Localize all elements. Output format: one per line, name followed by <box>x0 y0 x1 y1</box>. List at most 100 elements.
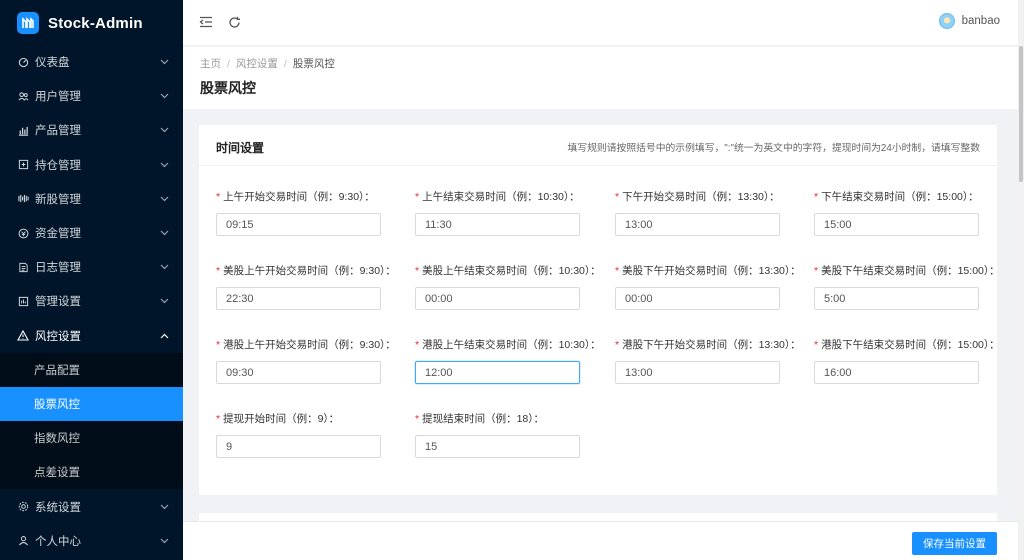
holdings-icon <box>17 159 29 171</box>
sidebar-item-label: 个人中心 <box>35 533 159 549</box>
sidebar-item-label: 新股管理 <box>35 191 159 207</box>
chevron-down-icon <box>159 57 169 67</box>
sidebar-subitem-spread-settings[interactable]: 点差设置 <box>0 455 183 489</box>
scrollbar[interactable] <box>1018 0 1024 560</box>
log-icon <box>17 261 29 273</box>
refresh-icon[interactable] <box>226 14 242 30</box>
required-mark: * <box>216 265 220 277</box>
sidebar-item-ipo[interactable]: 新股管理 <box>0 182 183 216</box>
scrollbar-thumb[interactable] <box>1019 46 1023 182</box>
sidebar-item-personal-center[interactable]: 个人中心 <box>0 524 183 558</box>
field-label: 下午开始交易时间（例：13:30）： <box>622 191 780 203</box>
required-mark: * <box>814 339 818 351</box>
field-us-pm-end: *美股下午结束交易时间（例：15:00）： <box>814 264 1004 310</box>
required-mark: * <box>814 191 818 203</box>
required-mark: * <box>814 265 818 277</box>
hk-am-start-input[interactable] <box>216 361 381 384</box>
us-am-end-input[interactable] <box>415 287 580 310</box>
sidebar-item-products[interactable]: 产品管理 <box>0 113 183 147</box>
hk-pm-start-input[interactable] <box>615 361 780 384</box>
footer-bar: 保存当前设置 <box>183 521 1018 560</box>
hk-pm-end-input[interactable] <box>814 361 979 384</box>
sidebar-item-users[interactable]: 用户管理 <box>0 79 183 113</box>
breadcrumb-risk-settings[interactable]: 风控设置 <box>236 56 278 71</box>
field-pm-start: *下午开始交易时间（例：13:30）： <box>615 190 805 236</box>
sidebar-item-label: 日志管理 <box>35 259 159 275</box>
sidebar-item-funds[interactable]: 资金管理 <box>0 216 183 250</box>
sidebar-item-risk-settings[interactable]: 风控设置 <box>0 319 183 353</box>
us-am-start-input[interactable] <box>216 287 381 310</box>
withdraw-end-input[interactable] <box>415 435 580 458</box>
sidebar-item-label: 管理设置 <box>35 293 159 309</box>
card-title: 时间设置 <box>216 139 264 156</box>
field-pm-end: *下午结束交易时间（例：15:00）： <box>814 190 1004 236</box>
am-end-input[interactable] <box>415 213 580 236</box>
required-mark: * <box>415 413 419 425</box>
page-header: 主页 / 风控设置 / 股票风控 股票风控 <box>183 47 1018 109</box>
logo[interactable]: Stock-Admin <box>0 0 183 46</box>
field-label: 港股上午结束交易时间（例：10:30）： <box>422 339 601 351</box>
money-icon <box>17 227 29 239</box>
field-label: 下午结束交易时间（例：15:00）： <box>821 191 979 203</box>
sidebar-subitem-product-config[interactable]: 产品配置 <box>0 353 183 387</box>
us-pm-end-input[interactable] <box>814 287 979 310</box>
required-mark: * <box>615 191 619 203</box>
field-withdraw-end: *提现结束时间（例：18）： <box>415 412 605 458</box>
required-mark: * <box>216 191 220 203</box>
chevron-down-icon <box>159 160 169 170</box>
pm-start-input[interactable] <box>615 213 780 236</box>
field-label: 美股上午开始交易时间（例：9:30）： <box>223 265 396 277</box>
field-us-pm-start: *美股下午开始交易时间（例：13:30）： <box>615 264 805 310</box>
person-icon <box>17 535 29 547</box>
sidebar-item-label: 用户管理 <box>35 88 159 104</box>
sidebar-item-dashboard[interactable]: 仪表盘 <box>0 45 183 79</box>
chart-icon <box>17 124 29 136</box>
sidebar-menu: 仪表盘 用户管理 产品管理 持仓管理 新股管理 资金管理 <box>0 45 183 558</box>
field-label: 港股下午开始交易时间（例：13:30）： <box>622 339 801 351</box>
field-label: 美股下午结束交易时间（例：15:00）： <box>821 265 1000 277</box>
field-label: 提现结束时间（例：18）： <box>422 413 544 425</box>
breadcrumb-home[interactable]: 主页 <box>200 56 221 71</box>
menu-fold-icon[interactable] <box>198 14 214 30</box>
users-icon <box>17 90 29 102</box>
username: banbao <box>962 15 1000 27</box>
withdraw-start-input[interactable] <box>216 435 381 458</box>
sidebar: Stock-Admin 仪表盘 用户管理 产品管理 持仓管理 新股管理 <box>0 0 183 560</box>
field-us-am-end: *美股上午结束交易时间（例：10:30）： <box>415 264 605 310</box>
sidebar-subitem-stock-risk[interactable]: 股票风控 <box>0 387 183 421</box>
chevron-up-icon <box>159 331 169 341</box>
sidebar-item-label: 产品管理 <box>35 122 159 138</box>
user-menu[interactable]: banbao <box>939 13 1000 29</box>
field-label: 上午开始交易时间（例：9:30）： <box>223 191 375 203</box>
field-label: 提现开始时间（例：9）： <box>223 413 339 425</box>
sidebar-item-holdings[interactable]: 持仓管理 <box>0 148 183 182</box>
required-mark: * <box>415 191 419 203</box>
risk-submenu: 产品配置 股票风控 指数风控 点差设置 <box>0 353 183 490</box>
field-us-am-start: *美股上午开始交易时间（例：9:30）： <box>216 264 406 310</box>
save-settings-button[interactable]: 保存当前设置 <box>912 532 997 555</box>
sidebar-item-system-settings[interactable]: 系统设置 <box>0 489 183 523</box>
us-pm-start-input[interactable] <box>615 287 780 310</box>
sidebar-item-admin-settings[interactable]: 管理设置 <box>0 284 183 318</box>
chevron-down-icon <box>159 296 169 306</box>
chevron-down-icon <box>159 502 169 512</box>
chevron-down-icon <box>159 91 169 101</box>
required-mark: * <box>216 339 220 351</box>
hk-am-end-input[interactable] <box>415 361 580 384</box>
field-am-start: *上午开始交易时间（例：9:30）： <box>216 190 406 236</box>
required-mark: * <box>415 265 419 277</box>
dashboard-icon <box>17 56 29 68</box>
breadcrumb-separator: / <box>284 58 287 70</box>
sidebar-item-label: 风控设置 <box>35 328 159 344</box>
sidebar-subitem-index-risk[interactable]: 指数风控 <box>0 421 183 455</box>
field-label: 美股下午开始交易时间（例：13:30）： <box>622 265 801 277</box>
field-hk-am-start: *港股上午开始交易时间（例：9:30）： <box>216 338 406 384</box>
avatar <box>939 13 955 29</box>
breadcrumb-separator: / <box>227 58 230 70</box>
pm-end-input[interactable] <box>814 213 979 236</box>
breadcrumb: 主页 / 风控设置 / 股票风控 <box>200 56 335 71</box>
breadcrumb-current: 股票风控 <box>293 56 335 71</box>
sidebar-item-logs[interactable]: 日志管理 <box>0 250 183 284</box>
am-start-input[interactable] <box>216 213 381 236</box>
app-name: Stock-Admin <box>48 15 143 32</box>
